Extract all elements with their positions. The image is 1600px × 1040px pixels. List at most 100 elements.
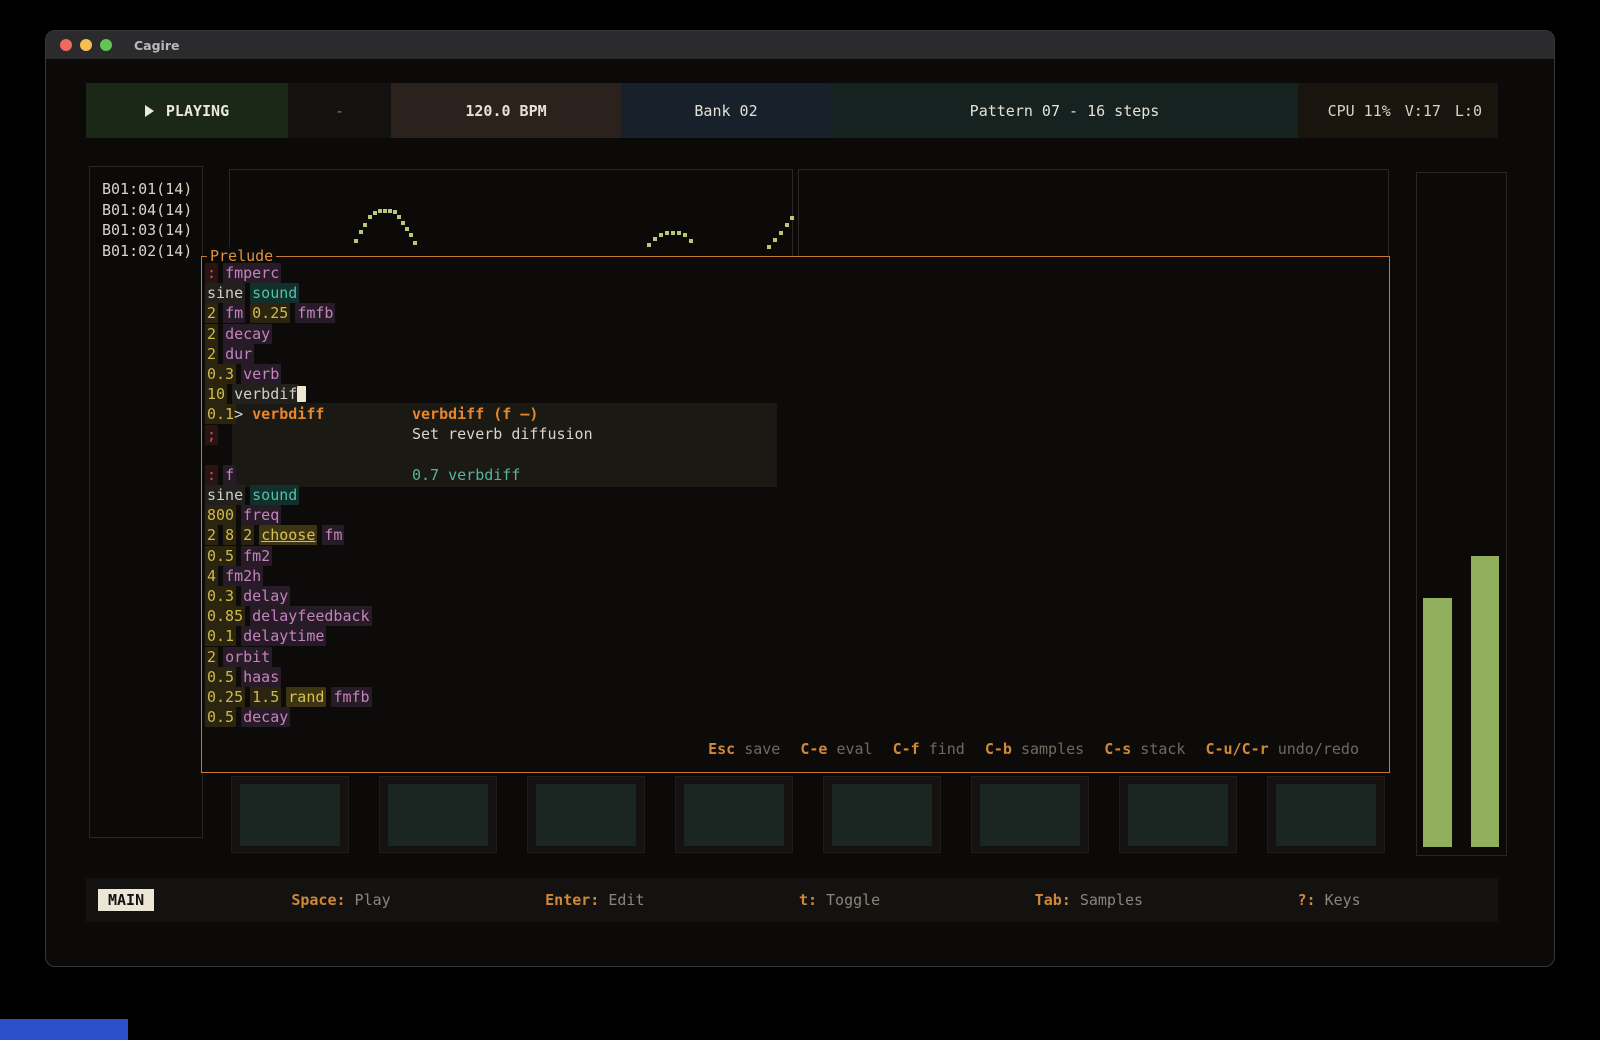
hint-key: C-e bbox=[800, 740, 827, 758]
sparkline-dot bbox=[790, 216, 794, 220]
hint-key: Tab: bbox=[1035, 891, 1071, 909]
sparkline-dot bbox=[413, 241, 417, 245]
code-line[interactable]: 0.3 verb bbox=[207, 364, 1384, 384]
code-token: 2 bbox=[205, 303, 218, 323]
screen: Cagire PLAYING - 120.0 BPM Bank 02 Patte… bbox=[0, 0, 1600, 1040]
sample-pad[interactable] bbox=[675, 776, 793, 853]
code-line[interactable]: sine sound bbox=[207, 485, 1384, 505]
editor-hint: C-s stack bbox=[1104, 740, 1185, 758]
code-line[interactable]: 0.1> verbdiff bbox=[207, 404, 1384, 424]
code-line[interactable]: 2 fm 0.25 fmfb bbox=[207, 303, 1384, 323]
code-token: rand bbox=[286, 687, 326, 707]
code-token: 0.3 bbox=[205, 586, 236, 606]
code-line[interactable]: 2 orbit bbox=[207, 647, 1384, 667]
sparkline-dot bbox=[383, 209, 387, 213]
code-token: 0.25 bbox=[250, 303, 290, 323]
code-line[interactable]: 2 8 2 choose fm bbox=[207, 525, 1384, 545]
code-line[interactable]: 2 decay bbox=[207, 324, 1384, 344]
code-lines[interactable]: : fmpercsine sound2 fm 0.25 fmfb2 decay2… bbox=[207, 263, 1384, 727]
code-token: : bbox=[205, 465, 218, 485]
code-token: 800 bbox=[205, 505, 236, 525]
bank-display[interactable]: Bank 02 bbox=[621, 83, 831, 138]
code-line[interactable] bbox=[207, 445, 1384, 465]
sparkline-dot bbox=[659, 233, 663, 237]
sparkline-dot bbox=[671, 231, 675, 235]
window-titlebar[interactable]: Cagire bbox=[46, 31, 1554, 59]
hint-key: t: bbox=[799, 891, 817, 909]
code-line[interactable]: 0.5 decay bbox=[207, 707, 1384, 727]
hint-label: Toggle bbox=[817, 891, 880, 909]
pattern-list-item[interactable]: B01:01(14) bbox=[90, 179, 202, 200]
code-token: 2 bbox=[205, 324, 218, 344]
code-line[interactable]: 0.1 delaytime bbox=[207, 626, 1384, 646]
code-line[interactable]: 4 fm2h bbox=[207, 566, 1384, 586]
code-editor[interactable]: Prelude verbdiff (f —) Set reverb diffus… bbox=[201, 256, 1390, 773]
code-token: delay bbox=[241, 586, 290, 606]
engine-stats: CPU 11% V:17 L:0 bbox=[1298, 83, 1498, 138]
code-line[interactable]: 2 dur bbox=[207, 344, 1384, 364]
pattern-display[interactable]: Pattern 07 - 16 steps bbox=[831, 83, 1298, 138]
code-line[interactable]: 10 verbdif bbox=[207, 384, 1384, 404]
sample-pad[interactable] bbox=[823, 776, 941, 853]
meter-bar-right bbox=[1471, 556, 1499, 847]
sparkline-dot bbox=[785, 223, 789, 227]
sample-pad[interactable] bbox=[379, 776, 497, 853]
minimize-window-button[interactable] bbox=[80, 39, 92, 51]
code-line[interactable]: 0.85 delayfeedback bbox=[207, 606, 1384, 626]
sparkline-dot bbox=[401, 221, 405, 225]
code-line[interactable]: : fmperc bbox=[207, 263, 1384, 283]
code-token: decay bbox=[223, 324, 272, 344]
topbar-empty-segment: - bbox=[288, 83, 391, 138]
sample-pad[interactable] bbox=[1119, 776, 1237, 853]
bpm-display[interactable]: 120.0 BPM bbox=[391, 83, 621, 138]
zoom-window-button[interactable] bbox=[100, 39, 112, 51]
sample-pad[interactable] bbox=[231, 776, 349, 853]
sparkline-dot bbox=[409, 233, 413, 237]
code-token: 0.5 bbox=[205, 667, 236, 687]
output-meter-panel bbox=[1416, 172, 1507, 856]
hint-key: Enter: bbox=[545, 891, 599, 909]
code-token: dur bbox=[223, 344, 254, 364]
code-token: fm2h bbox=[223, 566, 263, 586]
code-token: 2 bbox=[241, 525, 254, 545]
hint-label: Play bbox=[346, 891, 391, 909]
sample-pad-surface bbox=[536, 784, 636, 846]
pattern-value: Pattern 07 - 16 steps bbox=[970, 102, 1160, 120]
sample-pad[interactable] bbox=[971, 776, 1089, 853]
hint-label: find bbox=[920, 740, 965, 758]
sample-pad[interactable] bbox=[527, 776, 645, 853]
play-icon bbox=[145, 105, 154, 117]
hint-label: Edit bbox=[599, 891, 644, 909]
sparkline-dot bbox=[653, 237, 657, 241]
sparkline-dot bbox=[689, 239, 693, 243]
close-window-button[interactable] bbox=[60, 39, 72, 51]
hint-label: undo/redo bbox=[1269, 740, 1359, 758]
code-line[interactable]: 0.5 haas bbox=[207, 667, 1384, 687]
sample-pad-surface bbox=[684, 784, 784, 846]
hint-key: Esc bbox=[708, 740, 735, 758]
code-line[interactable]: ; bbox=[207, 425, 1384, 445]
sparkline-dot bbox=[354, 239, 358, 243]
pattern-list-item[interactable]: B01:04(14) bbox=[90, 200, 202, 221]
transport-status[interactable]: PLAYING bbox=[86, 83, 288, 138]
code-token: fmperc bbox=[223, 263, 281, 283]
hint-label: samples bbox=[1012, 740, 1084, 758]
code-line[interactable]: 0.25 1.5 rand fmfb bbox=[207, 687, 1384, 707]
global-keybinding-hints: Space: PlayEnter: Editt: ToggleTab: Samp… bbox=[154, 891, 1498, 909]
code-token: verbdif bbox=[232, 384, 299, 404]
code-line[interactable]: 0.5 fm2 bbox=[207, 546, 1384, 566]
code-token: 0.1 bbox=[205, 626, 236, 646]
code-line[interactable]: : f bbox=[207, 465, 1384, 485]
code-line[interactable]: sine sound bbox=[207, 283, 1384, 303]
sample-pad[interactable] bbox=[1267, 776, 1385, 853]
pattern-list-item[interactable]: B01:03(14) bbox=[90, 220, 202, 241]
pattern-list-item[interactable]: B01:02(14) bbox=[90, 241, 202, 262]
code-token: orbit bbox=[223, 647, 272, 667]
sparkline-dot bbox=[368, 215, 372, 219]
code-line[interactable]: 0.3 delay bbox=[207, 586, 1384, 606]
sample-pad-surface bbox=[388, 784, 488, 846]
code-line[interactable]: 800 freq bbox=[207, 505, 1384, 525]
code-token: fm2 bbox=[241, 546, 272, 566]
editor-hint: C-b samples bbox=[985, 740, 1084, 758]
sparkline-dot bbox=[373, 211, 377, 215]
